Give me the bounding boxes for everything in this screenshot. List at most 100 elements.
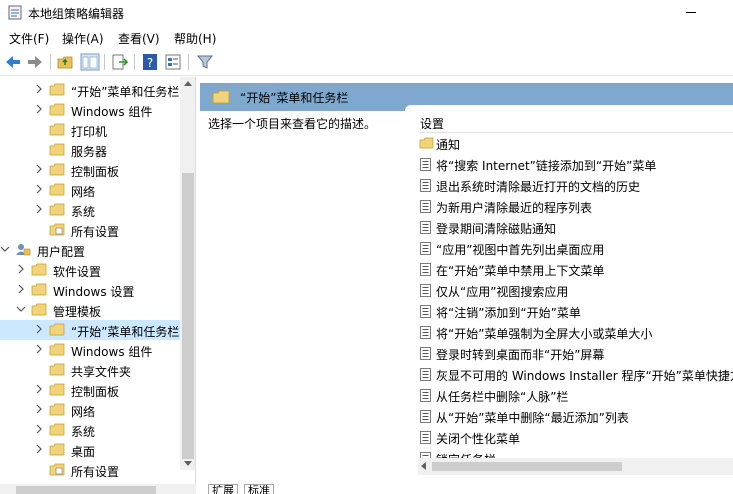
svg-text:?: ? (147, 56, 153, 70)
tree-item[interactable]: 控制面板 (0, 160, 180, 180)
scrollbar-thumb[interactable] (182, 173, 194, 459)
folder-icon (49, 163, 65, 176)
policy-setting-item[interactable]: 灰显不可用的 Windows Installer 程序“开始”菜单快捷方 (418, 364, 733, 385)
folder-icon (49, 443, 65, 456)
up-folder-icon[interactable] (56, 53, 76, 71)
policy-setting-item[interactable]: 从“开始”菜单中删除“最近添加”列表 (418, 406, 733, 427)
tree-item[interactable]: 管理模板 (0, 300, 180, 320)
tree-item[interactable]: 系统 (0, 200, 180, 220)
tree-item-label: 软件设置 (53, 265, 102, 279)
tree-item[interactable]: 控制面板 (0, 380, 180, 400)
back-arrow-icon[interactable] (3, 53, 23, 71)
menu-view[interactable]: 查看(V) (118, 30, 160, 47)
filter-icon[interactable] (195, 53, 215, 71)
settings-folder-item[interactable]: 通知 (418, 133, 733, 154)
scroll-down-arrow-icon[interactable] (184, 461, 192, 466)
policy-setting-item[interactable]: 退出系统时清除最近打开的文档的历史 (418, 175, 733, 196)
show-hide-tree-icon[interactable] (80, 53, 100, 71)
policy-setting-icon (420, 305, 431, 318)
tree-item[interactable]: 共享文件夹 (0, 360, 180, 380)
policy-setting-item[interactable]: 仅从“应用”视图搜索应用 (418, 280, 733, 301)
tree-item[interactable]: 系统 (0, 420, 180, 440)
minimize-button[interactable] (680, 3, 702, 21)
policy-setting-icon (420, 263, 431, 276)
chevron-right-icon[interactable] (34, 204, 44, 214)
settings-list: 通知 将“搜索 Internet”链接添加到“开始”菜单 退出系统时清除最近打开的文… (418, 133, 733, 459)
tree-item-label: 管理模板 (53, 305, 102, 319)
scrollbar-thumb[interactable] (16, 486, 156, 494)
tab-extended[interactable]: 扩展 (208, 484, 238, 494)
menu-action[interactable]: 操作(A) (62, 30, 104, 47)
chevron-down-icon[interactable] (16, 304, 26, 314)
setting-label: 关闭个性化菜单 (436, 432, 521, 446)
folder-icon (31, 263, 47, 276)
folder-icon (31, 303, 47, 316)
folder-icon (49, 83, 65, 96)
chevron-right-icon[interactable] (34, 184, 44, 194)
tree-item[interactable]: 服务器 (0, 140, 180, 160)
policy-setting-icon (420, 410, 431, 423)
chevron-right-icon[interactable] (34, 384, 44, 394)
tree-item-label: 系统 (71, 425, 96, 439)
scroll-left-arrow-icon[interactable] (421, 462, 426, 470)
tree-item-label: 系统 (71, 205, 96, 219)
content-header: “开始”菜单和任务栏 (200, 83, 733, 111)
policy-setting-item[interactable]: 关闭个性化菜单 (418, 427, 733, 448)
title-bar: 本地组策略编辑器 (0, 0, 733, 26)
menu-file[interactable]: 文件(F) (9, 30, 49, 47)
policy-setting-icon (420, 389, 431, 402)
policy-setting-item[interactable]: 为新用户清除最近的程序列表 (418, 196, 733, 217)
settings-column-header[interactable]: 设置 (420, 111, 733, 133)
scroll-up-arrow-icon[interactable] (184, 81, 192, 86)
chevron-right-icon[interactable] (34, 164, 44, 174)
tree-vertical-scrollbar[interactable] (180, 77, 195, 470)
tree-item[interactable]: 用户配置 (0, 240, 180, 260)
tree-item[interactable]: 打印机 (0, 120, 180, 140)
tree-item[interactable]: Windows 设置 (0, 280, 180, 300)
properties-icon[interactable] (164, 53, 184, 71)
policy-setting-item[interactable]: 从任务栏中删除“人脉”栏 (418, 385, 733, 406)
menu-help[interactable]: 帮助(H) (174, 30, 216, 47)
tree-item[interactable]: 网络 (0, 180, 180, 200)
chevron-right-icon[interactable] (34, 424, 44, 434)
chevron-right-icon[interactable] (34, 84, 44, 94)
policy-setting-item[interactable]: 将“搜索 Internet”链接添加到“开始”菜单 (418, 154, 733, 175)
content-pane: “开始”菜单和任务栏 选择一个项目来查看它的描述。 设置 通知 将“搜索 Inte… (200, 77, 733, 484)
chevron-right-icon[interactable] (34, 344, 44, 354)
chevron-right-icon[interactable] (16, 284, 26, 294)
view-tabs: 扩展 标准 (200, 484, 733, 494)
export-list-icon[interactable] (110, 53, 130, 71)
scrollbar-thumb[interactable] (432, 462, 622, 471)
tree-item[interactable]: Windows 组件 (0, 100, 180, 120)
policy-setting-item[interactable]: 将“注销”添加到“开始”菜单 (418, 301, 733, 322)
tree-item[interactable]: 软件设置 (0, 260, 180, 280)
forward-arrow-icon[interactable] (25, 53, 45, 71)
tree-item[interactable]: “开始”菜单和任务栏 (0, 320, 180, 340)
tree-horizontal-scrollbar[interactable] (0, 484, 196, 494)
policy-setting-icon (420, 221, 431, 234)
toolbar-separator (50, 54, 51, 70)
chevron-right-icon[interactable] (34, 404, 44, 414)
settings-horizontal-scrollbar[interactable] (418, 458, 733, 475)
tree-item[interactable]: 网络 (0, 400, 180, 420)
policy-setting-item[interactable]: 在“开始”菜单中禁用上下文菜单 (418, 259, 733, 280)
settings-folder-icon (49, 223, 65, 236)
tree-item[interactable]: “开始”菜单和任务栏 (0, 80, 180, 100)
tree-item[interactable]: 所有设置 (0, 220, 180, 240)
chevron-down-icon[interactable] (0, 244, 10, 254)
policy-setting-item[interactable]: 将“开始”菜单强制为全屏大小或菜单大小 (418, 322, 733, 343)
menu-bar: 文件(F) 操作(A) 查看(V) 帮助(H) (0, 26, 733, 48)
policy-setting-item[interactable]: “应用”视图中首先列出桌面应用 (418, 238, 733, 259)
chevron-right-icon[interactable] (34, 444, 44, 454)
tree-item-label: Windows 设置 (53, 285, 135, 299)
chevron-right-icon[interactable] (34, 324, 44, 334)
tree-item[interactable]: 桌面 (0, 440, 180, 460)
tab-standard[interactable]: 标准 (244, 484, 274, 494)
policy-setting-item[interactable]: 登录期间清除磁贴通知 (418, 217, 733, 238)
chevron-right-icon[interactable] (16, 264, 26, 274)
tree-item[interactable]: Windows 组件 (0, 340, 180, 360)
policy-setting-item[interactable]: 登录时转到桌面而非“开始”屏幕 (418, 343, 733, 364)
tree-item[interactable]: 所有设置 (0, 460, 180, 480)
chevron-right-icon[interactable] (34, 104, 44, 114)
help-icon[interactable]: ? (140, 53, 160, 71)
